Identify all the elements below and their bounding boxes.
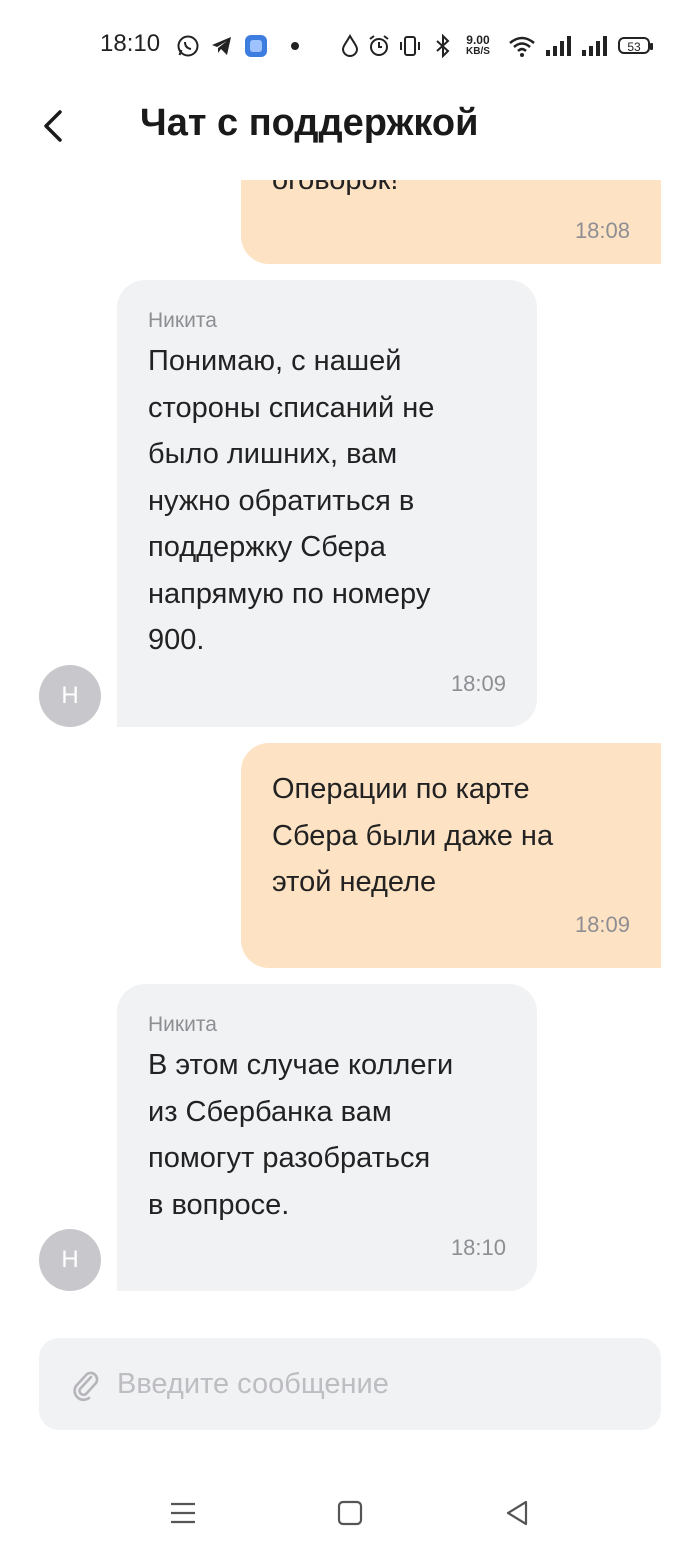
message-line: в вопросе.	[148, 1188, 290, 1221]
message-line: было лишних, вам	[148, 438, 398, 470]
sender-name: Никита	[148, 309, 217, 332]
message-line: Сбера были даже на	[272, 819, 554, 852]
network-speed-unit: KB/S	[466, 46, 490, 57]
message-line: Понимаю, с нашей	[148, 345, 402, 377]
incoming-message: Никита В этом случае коллеги из Сбербанк…	[117, 984, 537, 1291]
menu-icon[interactable]	[166, 1496, 200, 1530]
message-time: 18:09	[574, 912, 630, 937]
battery-indicator: 53	[618, 37, 653, 54]
message-text: Понимаю, с нашей стороны списаний не был…	[148, 338, 434, 664]
telegram-icon	[212, 37, 231, 55]
message-text: В этом случае коллеги из Сбербанка вам п…	[148, 1042, 453, 1228]
signal-icon	[546, 36, 571, 56]
incoming-message: Никита Понимаю, с нашей стороны списаний…	[117, 280, 537, 727]
app-icon	[245, 35, 267, 57]
message-line: из Сбербанка вам	[148, 1095, 392, 1128]
message-time: 18:10	[450, 1235, 506, 1260]
sender-name: Никита	[148, 1013, 217, 1036]
avatar: Н	[39, 1229, 101, 1291]
dot-icon	[291, 42, 299, 50]
network-speed: 9.00 KB/S	[466, 34, 490, 58]
message-input[interactable]: Введите сообщение	[39, 1338, 661, 1430]
message-line: помогут разобраться	[148, 1142, 431, 1174]
message-input-placeholder[interactable]: Введите сообщение	[117, 1368, 389, 1401]
avatar: Н	[39, 665, 101, 727]
outgoing-message: оговорок! 18:08	[241, 180, 661, 264]
chat-header: Чат с поддержкой	[0, 92, 700, 180]
bluetooth-icon	[436, 34, 450, 58]
page-title: Чат с поддержкой	[140, 102, 479, 144]
message-line: Операции по карте	[272, 773, 530, 805]
drop-icon	[341, 34, 359, 57]
home-square-icon[interactable]	[333, 1496, 367, 1530]
outgoing-message: Операции по карте Сбера были даже на это…	[241, 743, 661, 968]
message-time: 18:09	[450, 671, 506, 696]
message-line: поддержку Сбера	[148, 531, 386, 563]
alarm-icon	[369, 35, 389, 56]
vibrate-icon	[400, 36, 420, 56]
wifi-icon	[509, 36, 535, 57]
back-triangle-icon[interactable]	[500, 1496, 534, 1530]
message-time: 18:08	[574, 218, 630, 243]
message-text: оговорок!	[272, 180, 399, 196]
message-line: этой неделе	[272, 866, 437, 898]
system-nav-bar	[0, 1470, 700, 1556]
status-bar: 18:10 9.00 KB/S 53	[0, 0, 700, 92]
message-text: Операции по карте Сбера были даже на это…	[272, 766, 553, 906]
paperclip-icon[interactable]	[69, 1368, 103, 1402]
chevron-left-icon[interactable]	[32, 104, 76, 148]
whatsapp-icon	[177, 35, 199, 57]
message-line: В этом случае коллеги	[148, 1049, 454, 1081]
message-line: напрямую по номеру	[148, 577, 431, 610]
signal-icon	[582, 36, 607, 56]
message-list[interactable]: оговорок! 18:08 Никита Понимаю, с нашей …	[0, 180, 700, 1318]
message-line: нужно обратиться в	[148, 484, 415, 517]
message-line: 900.	[148, 624, 205, 656]
network-speed-value: 9.00	[466, 33, 490, 47]
status-time: 18:10	[100, 30, 161, 57]
message-line: стороны списаний не	[148, 391, 435, 424]
